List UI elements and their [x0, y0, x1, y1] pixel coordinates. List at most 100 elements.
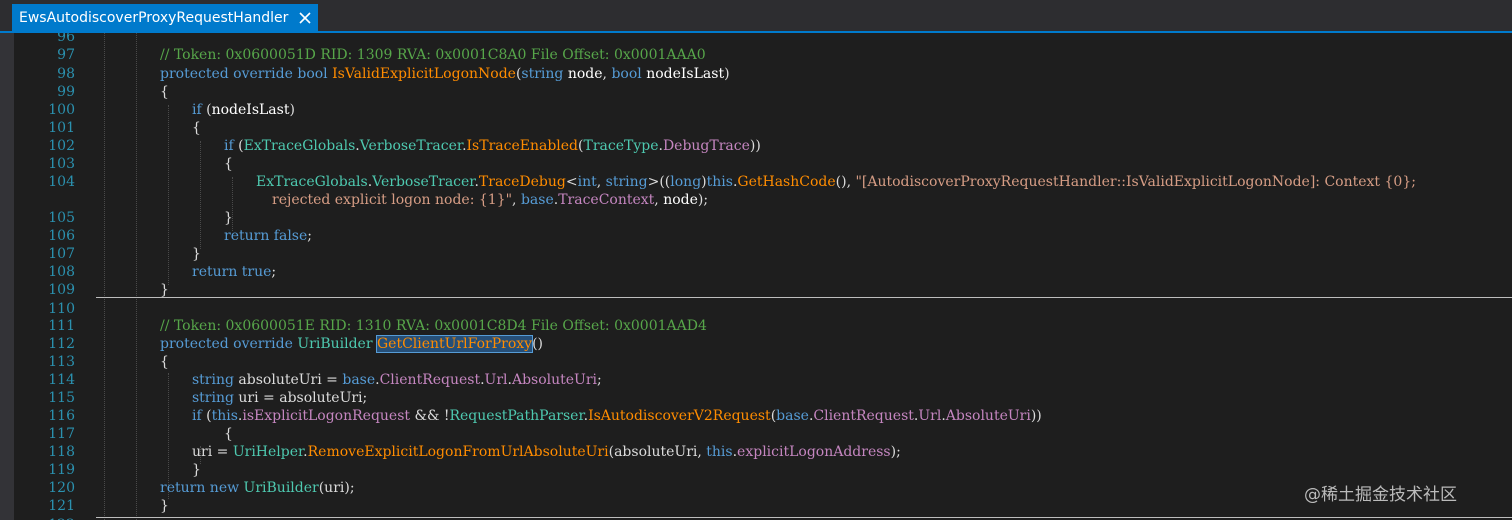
- code-token: node: [567, 66, 603, 82]
- code-token: TraceContext: [558, 192, 655, 208]
- code-line: 103 {: [0, 155, 1512, 173]
- line-number: 116: [48, 408, 75, 424]
- document-tab[interactable]: EwsAutodiscoverProxyRequestHandler: [12, 4, 319, 31]
- code-token: nodeIsLast: [211, 102, 290, 118]
- line-number: 115: [48, 390, 75, 406]
- code-line: 98 protected override bool IsValidExplici…: [0, 65, 1512, 83]
- code-line: 117 {: [0, 425, 1512, 443]
- code-token: if: [224, 138, 234, 154]
- line-number: 97: [57, 47, 75, 63]
- code-token: && !: [410, 408, 450, 424]
- code-text: {: [160, 83, 169, 101]
- code-token: AbsoluteUri: [945, 408, 1031, 424]
- code-text: rejected explicit logon node: {1}", base…: [272, 191, 708, 209]
- code-token: if: [192, 102, 202, 118]
- code-token: AbsoluteUri: [511, 372, 598, 388]
- line-number: 104: [48, 174, 75, 190]
- code-token: VerboseTracer: [359, 138, 463, 154]
- line-number: 102: [48, 138, 75, 154]
- code-token: override: [233, 336, 293, 352]
- code-token: return: [192, 264, 238, 280]
- code-token: (: [201, 408, 212, 424]
- code-token: uri = absoluteUri;: [233, 390, 368, 406]
- code-token: UriBuilder: [297, 336, 373, 352]
- code-text: }: [160, 281, 169, 299]
- code-line: 110: [0, 300, 1512, 318]
- code-token: ): [724, 66, 730, 82]
- code-text: {: [224, 425, 233, 443]
- line-number: 106: [48, 228, 75, 244]
- code-text: {: [192, 119, 201, 137]
- code-token: bool: [297, 66, 328, 82]
- document-tab-title: EwsAutodiscoverProxyRequestHandler: [19, 9, 289, 26]
- code-token: base: [342, 372, 376, 388]
- code-token: {: [224, 426, 233, 442]
- code-token: bool: [611, 66, 642, 82]
- code-token: (): [532, 336, 543, 352]
- code-token: // Token: 0x0600051D RID: 1309 RVA: 0x00…: [160, 47, 706, 63]
- code-token: UriHelper: [232, 444, 304, 460]
- code-token: ,: [654, 192, 664, 208]
- code-token: UriBuilder: [243, 480, 319, 496]
- line-number: 101: [48, 120, 75, 136]
- code-token: explicitLogonAddress: [737, 444, 891, 460]
- code-token: );: [697, 192, 709, 208]
- highlighted-symbol: GetClientUrlForProxy: [375, 335, 534, 353]
- code-line: 100 if (nodeIsLast): [0, 101, 1512, 119]
- code-line: 111 // Token: 0x0600051E RID: 1310 RVA: 0…: [0, 317, 1512, 335]
- code-text: if (nodeIsLast): [192, 101, 295, 119]
- code-line: 106 return false;: [0, 227, 1512, 245]
- code-line: 104 ExTraceGlobals.VerboseTracer.TraceDeb…: [0, 173, 1512, 191]
- code-token: absoluteUri =: [233, 372, 343, 388]
- code-line: 122: [0, 516, 1512, 520]
- line-number: 96: [57, 33, 75, 45]
- code-token: {: [224, 156, 233, 172]
- line-number: 120: [48, 480, 75, 496]
- code-token: ClientRequest: [379, 372, 481, 388]
- code-token: node: [663, 192, 698, 208]
- code-line: 115 string uri = absoluteUri;: [0, 389, 1512, 407]
- code-line: rejected explicit logon node: {1}", base…: [0, 191, 1512, 209]
- code-token: )): [1030, 408, 1042, 424]
- code-token: );: [890, 444, 901, 460]
- code-token: {: [160, 84, 169, 100]
- line-number: 121: [48, 498, 75, 514]
- line-number: 114: [48, 372, 75, 388]
- code-text: {: [224, 155, 233, 173]
- code-token: IsTraceEnabled: [466, 138, 579, 154]
- code-token: return: [224, 228, 270, 244]
- line-number: 111: [48, 318, 75, 334]
- code-token: rejected explicit logon node: {1}": [272, 192, 513, 208]
- code-token: this: [211, 408, 238, 424]
- code-line: 105}: [0, 209, 1512, 227]
- code-editor[interactable]: 96 97 // Token: 0x0600051D RID: 1309 RVA: …: [0, 33, 1512, 520]
- code-token: ExTraceGlobals: [243, 138, 356, 154]
- line-number: 113: [48, 354, 75, 370]
- line-number: 103: [48, 156, 75, 172]
- code-token: {: [160, 354, 169, 370]
- close-icon[interactable]: [296, 9, 314, 27]
- code-token: "[AutodiscoverProxyRequestHandler::IsVal…: [855, 174, 1416, 190]
- code-token: TraceDebug: [478, 174, 566, 190]
- code-line: 108 return true;: [0, 263, 1512, 281]
- code-token: (uri);: [318, 480, 355, 496]
- code-line: 109}: [0, 281, 1512, 299]
- line-number: 109: [48, 282, 75, 298]
- code-text: }: [160, 497, 169, 515]
- code-text: if (this.isExplicitLogonRequest && !Requ…: [192, 407, 1042, 425]
- line-number: 107: [48, 246, 75, 262]
- code-token: )): [749, 138, 761, 154]
- code-token: (absoluteUri,: [608, 444, 707, 460]
- code-token: ;: [597, 372, 602, 388]
- code-line: 107}: [0, 245, 1512, 263]
- code-token: long: [670, 174, 702, 190]
- code-text: }: [224, 209, 233, 227]
- code-text: string absoluteUri = base.ClientRequest.…: [192, 371, 602, 389]
- line-number: 122: [20, 516, 75, 520]
- code-token: true: [241, 264, 272, 280]
- line-number: 99: [57, 84, 75, 100]
- code-token: }: [160, 282, 169, 298]
- code-token: RequestPathParser: [449, 408, 584, 424]
- code-line: 97 // Token: 0x0600051D RID: 1309 RVA: 0x…: [0, 46, 1512, 64]
- code-token: protected: [160, 66, 229, 82]
